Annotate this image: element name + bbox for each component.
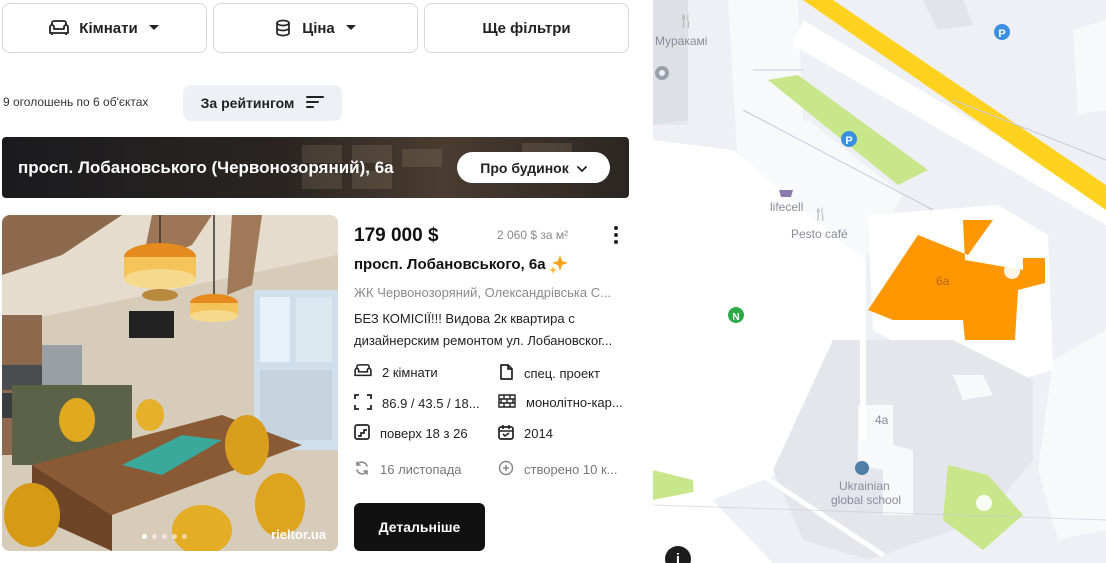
photo-dot[interactable]: [172, 534, 177, 539]
chevron-down-icon: [576, 160, 587, 176]
feature-floor: поверх 18 з 26: [354, 424, 489, 443]
price-filter-label: Ціна: [302, 19, 335, 37]
map-poi-pesto[interactable]: Pesto café: [791, 227, 848, 241]
sort-label: За рейтингом: [200, 95, 295, 111]
listing-photo[interactable]: rieltor.ua: [2, 215, 338, 551]
more-options-icon[interactable]: [606, 223, 626, 247]
info-label: i: [675, 550, 681, 563]
feature-project-text: спец. проект: [524, 366, 600, 381]
brick-wall-icon: [498, 394, 516, 411]
feature-year: 2014: [498, 424, 630, 443]
price-filter-button[interactable]: Ціна: [213, 3, 418, 53]
listing-description: БЕЗ КОМІСІЇ!!! Видова 2к квартира с диза…: [354, 308, 630, 352]
feature-created: створено 10 к...: [498, 460, 630, 479]
chevron-down-icon: [148, 24, 160, 32]
description-line: дизайнерским ремонтом ул. Лобановског...: [354, 333, 613, 348]
feature-floor-text: поверх 18 з 26: [380, 426, 468, 441]
photo-watermark: rieltor.ua: [271, 527, 326, 542]
details-button[interactable]: Детальніше: [354, 503, 485, 551]
svg-text:P: P: [845, 135, 852, 147]
about-building-button[interactable]: Про будинок: [457, 152, 610, 183]
rooms-filter-button[interactable]: Кімнати: [2, 3, 207, 53]
stairs-icon: [354, 424, 370, 443]
map-building-6a[interactable]: 6а: [936, 274, 949, 288]
listing-address[interactable]: просп. Лобановського, 6а: [354, 256, 546, 273]
area-frame-icon: [354, 394, 372, 413]
feature-rooms: 2 кімнати: [354, 364, 489, 381]
feature-material-text: монолітно-кар...: [526, 395, 623, 410]
listing-price: 179 000 $: [354, 225, 439, 246]
photo-dot[interactable]: [152, 534, 157, 539]
svg-text:N: N: [732, 312, 739, 323]
feature-area: 86.9 / 43.5 / 18...: [354, 394, 489, 413]
more-filters-label: Ще фільтри: [482, 19, 571, 37]
document-icon: [498, 364, 514, 383]
photo-dot[interactable]: [162, 534, 167, 539]
feature-rooms-text: 2 кімнати: [382, 365, 438, 380]
sort-button[interactable]: За рейтингом: [183, 85, 342, 121]
listing-complex[interactable]: ЖК Червонозоряний, Олександрівська С...: [354, 285, 628, 300]
sort-lines-icon: [306, 95, 325, 112]
more-filters-button[interactable]: Ще фільтри: [424, 3, 629, 53]
map-school-label[interactable]: global school: [831, 493, 901, 507]
feature-updated-text: 16 листопада: [380, 462, 462, 477]
photo-pagination[interactable]: [142, 534, 187, 539]
map-poi-lifecell[interactable]: lifecell: [770, 200, 803, 214]
map-poi-murakami[interactable]: Муракамі: [655, 34, 707, 48]
svg-text:P: P: [998, 28, 1005, 40]
feature-year-text: 2014: [524, 426, 553, 441]
plus-circle-icon: [498, 460, 514, 479]
chevron-down-icon: [345, 24, 357, 32]
photo-dot[interactable]: [182, 534, 187, 539]
building-title: просп. Лобановського (Червонозоряний), 6…: [18, 158, 394, 177]
svg-text:🍴: 🍴: [678, 13, 694, 29]
svg-text:🍴: 🍴: [813, 207, 828, 221]
refresh-icon: [354, 460, 370, 479]
sofa-icon: [49, 20, 70, 36]
building-banner: просп. Лобановського (Червонозоряний), 6…: [2, 137, 629, 198]
sparkle-icon: [548, 253, 570, 280]
feature-material: монолітно-кар...: [498, 394, 630, 411]
map-panel[interactable]: P P N 🍴 🍴 Муракамі lifecell Pesto café 6…: [653, 0, 1106, 563]
rooms-filter-label: Кімнати: [79, 19, 138, 37]
coins-icon: [274, 19, 292, 37]
feature-project: спец. проект: [498, 364, 630, 383]
feature-created-text: створено 10 к...: [524, 462, 618, 477]
listing-panel: Кімнати Ціна Ще фільтри 9 оголошень по 6…: [0, 0, 640, 563]
results-count: 9 оголошень по 6 об'єктах: [3, 95, 149, 109]
sofa-icon: [354, 364, 372, 381]
interior-photo-image: [2, 215, 338, 551]
map-school-label[interactable]: Ukrainian: [839, 479, 890, 493]
price-per-m2: 2 060 $ за м²: [497, 228, 569, 242]
feature-area-text: 86.9 / 43.5 / 18...: [382, 396, 480, 411]
photo-dot[interactable]: [142, 534, 147, 539]
description-line: БЕЗ КОМІСІЇ!!! Видова 2к квартира с: [354, 311, 575, 326]
about-building-label: Про будинок: [480, 159, 569, 176]
calendar-icon: [498, 424, 514, 443]
feature-updated: 16 листопада: [354, 460, 489, 479]
map-building-4a[interactable]: 4а: [875, 413, 888, 427]
